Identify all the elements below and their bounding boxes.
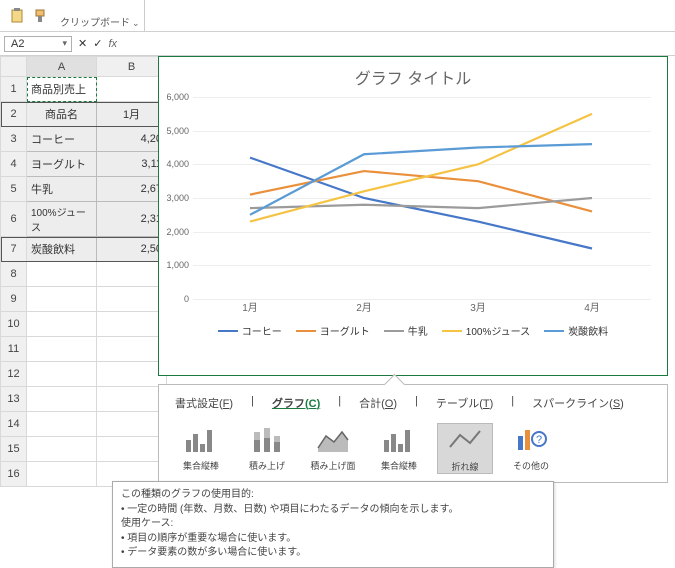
legend-item: 100%ジュース (442, 323, 530, 338)
row-header[interactable]: 4 (1, 152, 27, 177)
legend-item: 炭酸飲料 (544, 323, 608, 338)
formula-bar: A2 ✕ ✓ fx (0, 32, 675, 56)
quick-analysis-callout[interactable]: 書式設定(F)| グラフ(C)| 合計(O)| テーブル(T)| スパークライン… (158, 384, 668, 483)
row-header[interactable]: 15 (1, 437, 27, 462)
cell[interactable]: 牛乳 (27, 177, 97, 202)
tab-total[interactable]: 合計(O) (359, 395, 397, 411)
cell[interactable]: 100%ジュース (27, 202, 97, 237)
chart-legend: コーヒーヨーグルト牛乳 100%ジュース炭酸飲料 (159, 323, 667, 338)
chart-type-clustered-bar-2[interactable]: 集合縦棒 (371, 423, 427, 474)
tab-sparkline[interactable]: スパークライン(S) (532, 395, 624, 411)
worksheet[interactable]: A B 1商品別売上 2商品名1月 3コーヒー4,20 4ヨーグルト3,11 5… (0, 56, 675, 487)
cell[interactable]: 2,67 (97, 177, 167, 202)
chart-type-stacked-bar[interactable]: 積み上げ (239, 423, 295, 474)
row-header[interactable]: 14 (1, 412, 27, 437)
tab-format[interactable]: 書式設定(F) (175, 395, 233, 411)
brush-icon[interactable] (32, 7, 50, 25)
fx-icon[interactable]: fx (108, 38, 117, 50)
tab-table[interactable]: テーブル(T) (436, 395, 493, 411)
cell[interactable]: コーヒー (27, 127, 97, 152)
ribbon-toolbar: クリップボード⌄ (0, 0, 675, 32)
cell[interactable]: 2,50 (97, 237, 167, 262)
chart-title: グラフ タイトル (159, 57, 667, 91)
row-header[interactable]: 5 (1, 177, 27, 202)
chart-type-tooltip: この種類のグラフの使用目的: • 一定の時間 (年数、月数、日数) や項目にわた… (112, 481, 554, 568)
chart-type-other[interactable]: ?その他の (503, 423, 559, 474)
row-header[interactable]: 8 (1, 262, 27, 287)
cell[interactable]: 3,11 (97, 152, 167, 177)
chart-type-stacked-area[interactable]: 積み上げ面 (305, 423, 361, 474)
fx-confirm-icon[interactable]: ✓ (93, 37, 102, 50)
legend-item: コーヒー (218, 323, 282, 338)
grid[interactable]: A B 1商品別売上 2商品名1月 3コーヒー4,20 4ヨーグルト3,11 5… (0, 56, 167, 487)
row-header[interactable]: 12 (1, 362, 27, 387)
fx-cancel-icon[interactable]: ✕ (78, 37, 87, 50)
chart-type-clustered-bar[interactable]: 集合縦棒 (173, 423, 229, 474)
row-header[interactable]: 3 (1, 127, 27, 152)
row-header[interactable]: 9 (1, 287, 27, 312)
svg-text:?: ? (536, 434, 542, 446)
cell[interactable]: 4,20 (97, 127, 167, 152)
col-header-A[interactable]: A (27, 57, 97, 77)
row-header[interactable]: 16 (1, 462, 27, 487)
cell[interactable]: 炭酸飲料 (27, 237, 97, 262)
row-header[interactable]: 10 (1, 312, 27, 337)
cell[interactable]: ヨーグルト (27, 152, 97, 177)
row-header[interactable]: 2 (1, 102, 27, 127)
col-header-B[interactable]: B (97, 57, 167, 77)
chart-plot-area: 01,0002,0003,0004,0005,0006,000 1月2月3月4月 (193, 97, 649, 317)
tab-chart[interactable]: グラフ(C) (272, 395, 320, 411)
paste-icon[interactable] (8, 7, 26, 25)
name-box[interactable]: A2 (4, 36, 72, 52)
legend-item: ヨーグルト (296, 323, 370, 338)
row-header[interactable]: 13 (1, 387, 27, 412)
cell[interactable]: 商品名 (27, 102, 97, 127)
chart-type-list: 集合縦棒 積み上げ 積み上げ面 集合縦棒 折れ線 ?その他の (159, 417, 667, 482)
chart-type-line[interactable]: 折れ線 (437, 423, 493, 474)
clipboard-group-label: クリップボード⌄ (56, 0, 145, 31)
row-header[interactable]: 1 (1, 77, 27, 102)
chart-preview[interactable]: グラフ タイトル 01,0002,0003,0004,0005,0006,000… (158, 56, 668, 376)
select-all-corner[interactable] (1, 57, 27, 77)
legend-item: 牛乳 (384, 323, 428, 338)
cell[interactable]: 2,31 (97, 202, 167, 237)
cell[interactable]: 商品別売上 (27, 77, 97, 102)
row-header[interactable]: 7 (1, 237, 27, 262)
row-header[interactable]: 11 (1, 337, 27, 362)
row-header[interactable]: 6 (1, 202, 27, 237)
cell[interactable]: 1月 (97, 102, 167, 127)
qa-tabs: 書式設定(F)| グラフ(C)| 合計(O)| テーブル(T)| スパークライン… (159, 385, 667, 417)
cell[interactable] (97, 77, 167, 102)
